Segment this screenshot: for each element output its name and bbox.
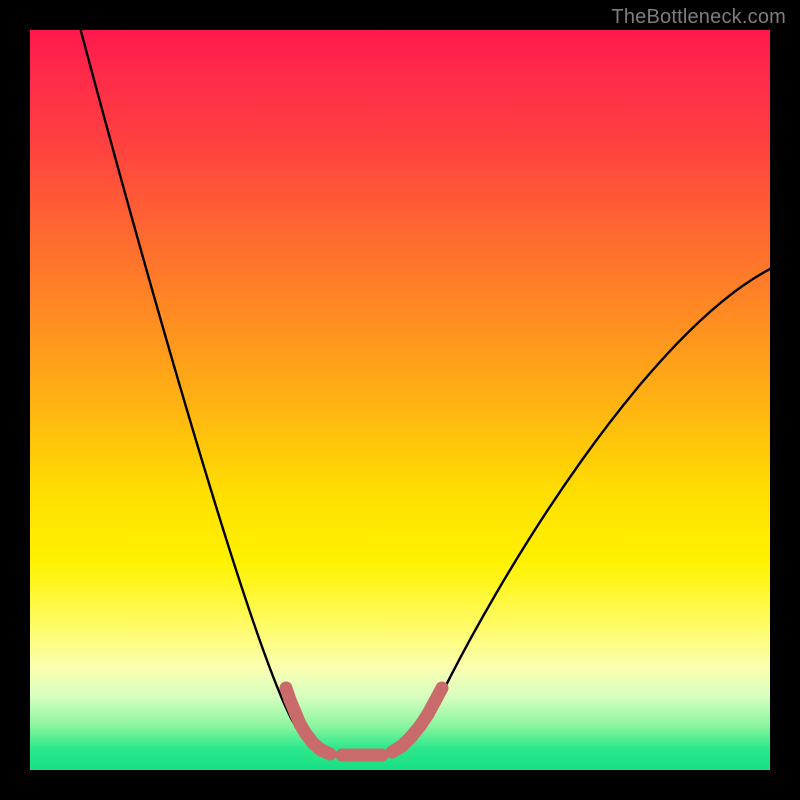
plot-area bbox=[30, 30, 770, 770]
highlight-right bbox=[392, 688, 442, 752]
watermark-text: TheBottleneck.com bbox=[611, 6, 786, 29]
bottleneck-curve bbox=[78, 30, 770, 755]
highlight-left bbox=[286, 688, 330, 754]
chart-frame: TheBottleneck.com bbox=[0, 0, 800, 800]
curve-layer bbox=[30, 30, 770, 770]
